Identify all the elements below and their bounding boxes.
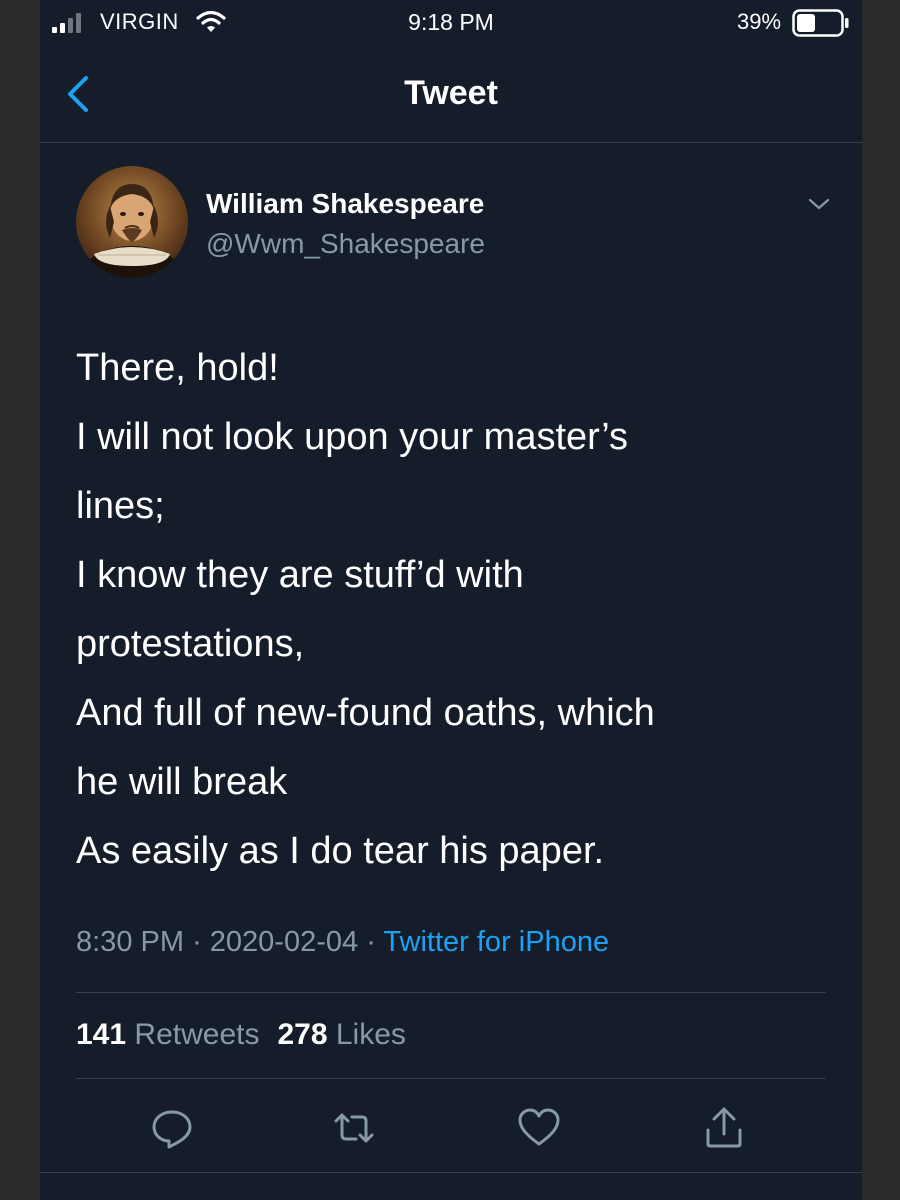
tweet-screen: VIRGIN 9:18 PM 39% Tweet William Shakesp…	[40, 0, 862, 1200]
author-handle[interactable]: @Wwm_Shakespeare	[206, 228, 485, 260]
like-button[interactable]	[515, 1104, 563, 1152]
tweet-metadata: 8:30 PM · 2020-02-04 · Twitter for iPhon…	[76, 926, 609, 959]
status-bar: VIRGIN 9:18 PM 39%	[40, 0, 862, 46]
chevron-down-icon[interactable]	[804, 192, 834, 216]
tweet-line: I know they are stuff’d with	[76, 554, 524, 596]
tweet-line: lines;	[76, 485, 165, 527]
battery-percentage: 39%	[737, 9, 782, 34]
engagement-stats: 141 Retweets 278 Likes	[76, 1018, 424, 1052]
tweet-action-bar	[40, 1100, 862, 1160]
tweet-line: protestations,	[76, 623, 305, 665]
retweet-button[interactable]	[330, 1104, 378, 1152]
author-display-name[interactable]: William Shakespeare	[206, 188, 484, 220]
share-button[interactable]	[700, 1104, 748, 1152]
battery-icon	[792, 9, 849, 37]
tweet-date: 2020-02-04	[209, 926, 359, 958]
tweet-text: There, hold! I will not look upon your m…	[76, 334, 816, 886]
retweets-count: 141	[76, 1018, 127, 1051]
tweet-line: There, hold!	[76, 347, 279, 389]
likes-count-link[interactable]: 278 Likes	[277, 1018, 405, 1051]
tweet-source-link[interactable]: Twitter for iPhone	[383, 926, 609, 958]
tweet-line: I will not look upon your master’s	[76, 416, 628, 458]
top-navigation-bar: Tweet	[40, 46, 862, 143]
page-title: Tweet	[404, 74, 498, 112]
tweet-line: he will break	[76, 761, 288, 803]
avatar[interactable]	[76, 166, 188, 278]
tweet-time: 8:30 PM	[76, 926, 184, 958]
divider	[76, 992, 826, 993]
divider	[76, 1078, 826, 1079]
shakespeare-portrait-icon	[76, 166, 188, 278]
reply-button[interactable]	[148, 1104, 196, 1152]
retweets-count-link[interactable]: 141 Retweets	[76, 1018, 259, 1051]
likes-label: Likes	[335, 1018, 406, 1051]
meta-separator: ·	[366, 926, 376, 958]
likes-count: 278	[277, 1018, 328, 1051]
divider	[40, 1172, 862, 1173]
retweets-label: Retweets	[134, 1018, 260, 1051]
meta-separator: ·	[192, 926, 202, 958]
tweet-line: As easily as I do tear his paper.	[76, 830, 605, 872]
tweet-line: And full of new-found oaths, which	[76, 692, 655, 734]
